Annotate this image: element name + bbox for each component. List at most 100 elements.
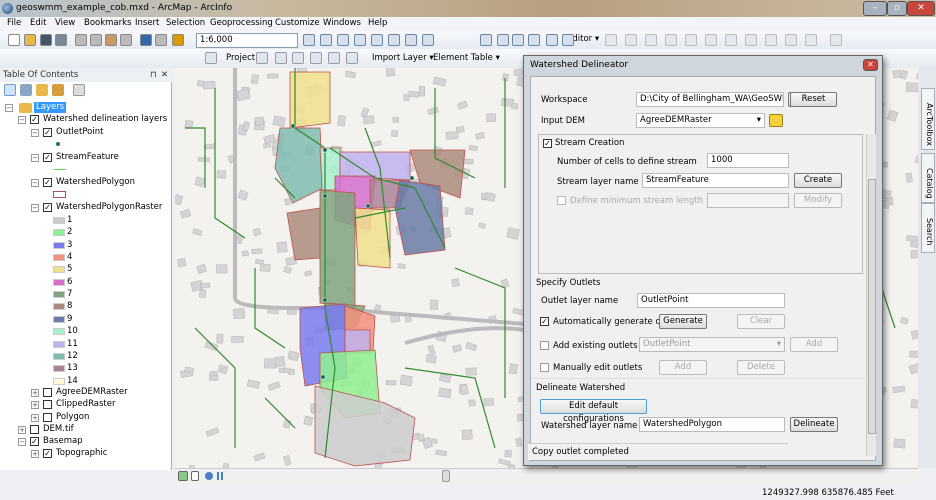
toolbar-tool-icon[interactable]: [140, 34, 152, 46]
cells-input[interactable]: 1000: [707, 153, 789, 168]
editor-tool-icon[interactable]: [625, 34, 637, 46]
geoswmm-tool-icon[interactable]: [205, 52, 217, 64]
modify-button[interactable]: Modify: [794, 193, 842, 208]
toolbar-tool-icon[interactable]: [8, 34, 20, 46]
horizontal-scroll-thumb[interactable]: [442, 470, 450, 482]
element-table-menu[interactable]: Element Table ▾: [433, 53, 500, 63]
scale-combo[interactable]: 1:6,000: [196, 33, 298, 48]
toolbar-tool-icon[interactable]: [172, 34, 184, 46]
expand-toggle[interactable]: +: [18, 426, 26, 434]
editor-tool-icon[interactable]: [705, 34, 717, 46]
layer-visibility-checkbox[interactable]: ✓: [43, 128, 52, 137]
toolbar-tool-icon[interactable]: [546, 34, 558, 46]
reset-button[interactable]: Reset: [790, 92, 837, 107]
editor-tool-icon[interactable]: [645, 34, 657, 46]
min-stream-length-checkbox[interactable]: [557, 196, 566, 205]
create-button[interactable]: Create: [794, 173, 842, 188]
menu-selection[interactable]: Selection: [166, 18, 205, 28]
import-layer-menu[interactable]: Import Layer ▾: [372, 53, 434, 63]
layer-visibility-checkbox[interactable]: [43, 400, 52, 410]
generate-button[interactable]: Generate: [659, 314, 707, 329]
editor-tool-icon[interactable]: [785, 34, 797, 46]
editor-tool-icon[interactable]: [685, 34, 697, 46]
toolbar-tool-icon[interactable]: [320, 34, 332, 46]
toolbar-tool-icon[interactable]: [405, 34, 417, 46]
toolbar-tool-icon[interactable]: [337, 34, 349, 46]
input-dem-select[interactable]: AgreeDEMRaster ▾: [636, 113, 765, 128]
delete-outlet-button[interactable]: Delete: [737, 360, 785, 375]
layer-visibility-checkbox[interactable]: ✓: [30, 437, 39, 446]
toolbar-tool-icon[interactable]: [422, 34, 434, 46]
layers-root-label[interactable]: Layers: [34, 102, 67, 113]
map-scrollbar[interactable]: [175, 468, 918, 484]
layer-visibility-checkbox[interactable]: [43, 388, 52, 397]
maximize-button[interactable]: ▫: [887, 1, 907, 16]
editor-tool-icon[interactable]: [605, 34, 617, 46]
outlet-layer-name-input[interactable]: OutletPoint: [637, 293, 785, 308]
menu-view[interactable]: View: [55, 18, 75, 28]
toolbar-tool-icon[interactable]: [155, 34, 167, 46]
layer-visibility-checkbox[interactable]: ✓: [43, 178, 52, 187]
catalog-tab[interactable]: Catalog: [921, 153, 935, 203]
toolbar-tool-icon[interactable]: [528, 34, 540, 46]
add-existing-button[interactable]: Add: [790, 337, 838, 352]
geoswmm-tool-icon[interactable]: [310, 52, 322, 64]
search-tab[interactable]: Search: [921, 203, 935, 253]
expand-toggle[interactable]: −: [18, 438, 26, 446]
expand-toggle[interactable]: +: [31, 401, 39, 410]
menu-windows[interactable]: Windows: [323, 18, 361, 28]
menu-edit[interactable]: Edit: [30, 18, 46, 28]
clear-button[interactable]: Clear: [737, 314, 785, 329]
menu-insert[interactable]: Insert: [135, 18, 159, 28]
menu-bookmarks[interactable]: Bookmarks: [84, 18, 132, 28]
minimize-button[interactable]: –: [863, 1, 887, 16]
arctoolbox-tab[interactable]: ArcToolbox: [921, 88, 935, 150]
expand-toggle[interactable]: −: [5, 104, 13, 112]
layer-visibility-checkbox[interactable]: [30, 425, 39, 434]
menu-help[interactable]: Help: [368, 18, 387, 28]
expand-toggle[interactable]: −: [31, 154, 39, 162]
auto-generate-checkbox[interactable]: ✓: [540, 317, 549, 326]
add-existing-checkbox[interactable]: [540, 341, 549, 350]
toolbar-tool-icon[interactable]: [480, 34, 492, 46]
editor-tool-icon[interactable]: [745, 34, 757, 46]
geoswmm-tool-icon[interactable]: [346, 52, 358, 64]
expand-toggle[interactable]: −: [31, 179, 39, 187]
editor-tool-icon[interactable]: [725, 34, 737, 46]
dialog-close-button[interactable]: ✕: [863, 59, 878, 71]
watershed-layer-name-input[interactable]: WatershedPolygon: [639, 417, 785, 432]
layer-visibility-checkbox[interactable]: ✓: [43, 153, 52, 162]
stream-creation-checkbox[interactable]: ✓: [543, 139, 552, 148]
layer-visibility-checkbox[interactable]: ✓: [30, 115, 39, 124]
menu-geoprocessing[interactable]: Geoprocessing: [210, 18, 273, 28]
toolbar-tool-icon[interactable]: [90, 34, 102, 46]
dialog-scrollbar[interactable]: [866, 134, 876, 456]
expand-toggle[interactable]: +: [31, 413, 39, 422]
geoswmm-tool-icon[interactable]: [292, 52, 304, 64]
menu-file[interactable]: File: [7, 18, 21, 28]
stream-layer-name-input[interactable]: StreamFeature: [642, 173, 789, 188]
expand-toggle[interactable]: +: [31, 389, 39, 397]
workspace-input[interactable]: D:\City of Bellingham_WA\GeoSWMM: [636, 92, 784, 107]
toolbar-tool-icon[interactable]: [562, 34, 574, 46]
existing-outlets-select[interactable]: OutletPoint ▾: [639, 337, 785, 352]
toolbar-tool-icon[interactable]: [40, 34, 52, 46]
editor-tool-icon[interactable]: [765, 34, 777, 46]
menu-customize[interactable]: Customize: [275, 18, 320, 28]
data-view-icon[interactable]: [178, 471, 188, 481]
refresh-icon[interactable]: [205, 472, 213, 480]
geoswmm-tool-icon[interactable]: [256, 52, 268, 64]
layer-visibility-checkbox[interactable]: [43, 412, 52, 422]
toolbar-tool-icon[interactable]: [24, 34, 36, 46]
toolbar-tool-icon[interactable]: [497, 34, 509, 46]
layout-view-icon[interactable]: [191, 471, 199, 481]
toolbar-tool-icon[interactable]: [354, 34, 366, 46]
expand-toggle[interactable]: −: [18, 116, 26, 124]
dialog-scroll-thumb[interactable]: [868, 179, 876, 434]
min-stream-length-input[interactable]: [707, 193, 789, 208]
delineate-button[interactable]: Delineate: [790, 417, 838, 432]
toolbar-tool-icon[interactable]: [303, 34, 315, 46]
pause-drawing-icon[interactable]: [217, 472, 223, 480]
toolbar-tool-icon[interactable]: [120, 34, 132, 46]
manual-edit-checkbox[interactable]: [540, 363, 549, 372]
